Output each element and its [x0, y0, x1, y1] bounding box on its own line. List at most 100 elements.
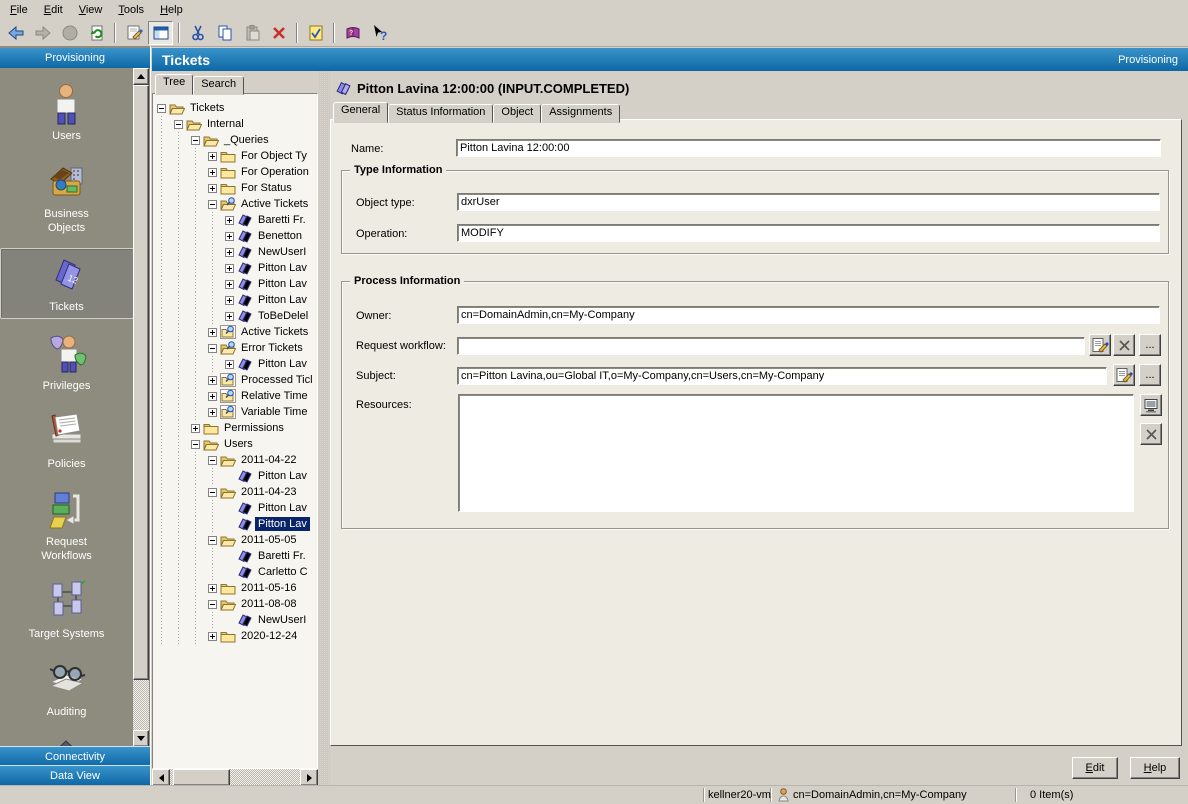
book-button[interactable]: ?	[340, 21, 365, 45]
tree-node-label[interactable]: ToBeDelel	[255, 309, 311, 323]
copy-button[interactable]	[212, 21, 237, 45]
sidebar-item-request-workflows[interactable]: Request Workflows	[1, 484, 133, 567]
tree-node-label[interactable]: 2011-08-08	[238, 597, 299, 611]
sidebar-item-home[interactable]	[1, 732, 133, 747]
tree-toggle-minus[interactable]	[208, 488, 217, 497]
tree-node-label[interactable]: 2020-12-24	[238, 629, 300, 643]
panel-splitter[interactable]	[318, 71, 330, 786]
tree-toggle-plus[interactable]	[208, 184, 217, 193]
delete-button[interactable]	[266, 21, 291, 45]
tree-toggle-plus[interactable]	[208, 168, 217, 177]
tree-node-label[interactable]: Error Tickets	[238, 341, 306, 355]
tree-node-label[interactable]: 2011-04-22	[238, 453, 299, 467]
tree-toggle-plus[interactable]	[208, 328, 217, 337]
tab-search[interactable]: Search	[193, 76, 244, 95]
tree-node-label[interactable]: Baretti Fr.	[255, 549, 309, 563]
scrollbar-track[interactable]	[170, 769, 300, 786]
tree-node-label[interactable]: Pitton Lav	[255, 357, 310, 371]
tree-node-label[interactable]: Pitton Lav	[255, 277, 310, 291]
tab-assignments[interactable]: Assignments	[541, 104, 620, 123]
subject-field[interactable]	[457, 367, 1107, 385]
tree-toggle-minus[interactable]	[208, 536, 217, 545]
tab-object[interactable]: Object	[493, 104, 541, 123]
paste-button[interactable]	[239, 21, 264, 45]
sidebar-group-data-view[interactable]: Data View	[0, 765, 150, 786]
tab-tree[interactable]: Tree	[155, 74, 193, 95]
menu-edit[interactable]: Edit	[36, 1, 71, 19]
edit-button[interactable]: Edit	[1072, 757, 1118, 779]
tree-node-label[interactable]: 2011-05-05	[238, 533, 299, 547]
request-workflow-view-button[interactable]	[1089, 334, 1111, 356]
sidebar-group-connectivity[interactable]: Connectivity	[0, 746, 150, 767]
tree-toggle-minus[interactable]	[174, 120, 183, 129]
tree-node-label[interactable]: Relative Time	[238, 389, 311, 403]
cut-button[interactable]	[185, 21, 210, 45]
tree-node-label[interactable]: Processed Ticl	[238, 373, 316, 387]
tree-node-label[interactable]: For Object Ty	[238, 149, 310, 163]
sidebar-item-privileges[interactable]: Privileges	[1, 328, 133, 397]
properties-button[interactable]	[121, 21, 146, 45]
sidebar-item-business-objects[interactable]: Business Objects	[1, 156, 133, 239]
tree-node-label[interactable]: Permissions	[221, 421, 287, 435]
sidebar-item-tickets[interactable]: 12Tickets	[0, 248, 133, 319]
tree-toggle-plus[interactable]	[225, 232, 234, 241]
tree-node-label[interactable]: For Status	[238, 181, 295, 195]
tree-node-label[interactable]: Pitton Lav	[255, 293, 310, 307]
sidebar-item-policies[interactable]: Policies	[1, 406, 133, 475]
object-type-field[interactable]	[457, 193, 1160, 211]
tree-toggle-plus[interactable]	[208, 392, 217, 401]
tree-toggle-plus[interactable]	[225, 360, 234, 369]
help-button[interactable]: Help	[1130, 757, 1180, 779]
tree-node-label[interactable]: 2011-04-23	[238, 485, 299, 499]
tree-node-label[interactable]: NewUserI	[255, 613, 309, 627]
tree-node-label[interactable]: Variable Time	[238, 405, 310, 419]
subject-browse-button[interactable]: ...	[1139, 364, 1161, 386]
tree-toggle-minus[interactable]	[208, 344, 217, 353]
scroll-down-button[interactable]	[133, 730, 149, 747]
tree-toggle-minus[interactable]	[191, 136, 200, 145]
tree-node-label[interactable]: Pitton Lav	[255, 517, 310, 531]
menu-tools[interactable]: Tools	[110, 1, 152, 19]
tree-node-label[interactable]: Active Tickets	[238, 325, 311, 339]
stop-button[interactable]	[57, 21, 82, 45]
context-help-button[interactable]: ?	[367, 21, 392, 45]
tree-horizontal-scrollbar[interactable]	[152, 769, 318, 786]
tree-toggle-plus[interactable]	[225, 296, 234, 305]
request-workflow-browse-button[interactable]: ...	[1139, 334, 1161, 356]
tree-toggle-minus[interactable]	[191, 440, 200, 449]
tree-node-label[interactable]: 2011-05-16	[238, 581, 299, 595]
tree-toggle-plus[interactable]	[191, 424, 200, 433]
resources-field[interactable]	[458, 394, 1134, 512]
tree-toggle-plus[interactable]	[225, 216, 234, 225]
sidebar-item-users[interactable]: Users	[1, 78, 133, 147]
tree-node-label[interactable]: NewUserI	[255, 245, 309, 259]
toggle-tree-panel-button[interactable]	[148, 21, 173, 45]
tree-toggle-plus[interactable]	[225, 264, 234, 273]
scrollbar-thumb[interactable]	[133, 85, 149, 680]
tree-toggle-minus[interactable]	[208, 200, 217, 209]
subject-edit-button[interactable]	[1113, 364, 1135, 386]
tree-node-label[interactable]: Active Tickets	[238, 197, 311, 211]
sidebar-item-target-systems[interactable]: Target Systems	[1, 576, 133, 645]
tree-node-label[interactable]: Baretti Fr.	[255, 213, 309, 227]
tree-toggle-plus[interactable]	[208, 152, 217, 161]
tree-toggle-plus[interactable]	[208, 408, 217, 417]
tree-node-label[interactable]: Users	[221, 437, 256, 451]
tree-node-label[interactable]: Benetton	[255, 229, 305, 243]
scroll-up-button[interactable]	[133, 68, 149, 85]
tree-toggle-plus[interactable]	[208, 632, 217, 641]
operation-field[interactable]	[457, 224, 1160, 242]
scrollbar-thumb[interactable]	[173, 769, 230, 786]
tree-node-label[interactable]: Pitton Lav	[255, 469, 310, 483]
name-field[interactable]	[456, 139, 1161, 157]
tree-toggle-minus[interactable]	[208, 456, 217, 465]
tree-node-label[interactable]: Pitton Lav	[255, 261, 310, 275]
tree-toggle-plus[interactable]	[208, 584, 217, 593]
request-workflow-field[interactable]	[457, 337, 1085, 355]
tree-toggle-minus[interactable]	[157, 104, 166, 113]
tree-toggle-minus[interactable]	[208, 600, 217, 609]
tree-node-label[interactable]: Tickets	[187, 101, 227, 115]
tree-toggle-plus[interactable]	[208, 376, 217, 385]
tree-toggle-plus[interactable]	[225, 248, 234, 257]
tab-status-information[interactable]: Status Information	[388, 104, 493, 123]
